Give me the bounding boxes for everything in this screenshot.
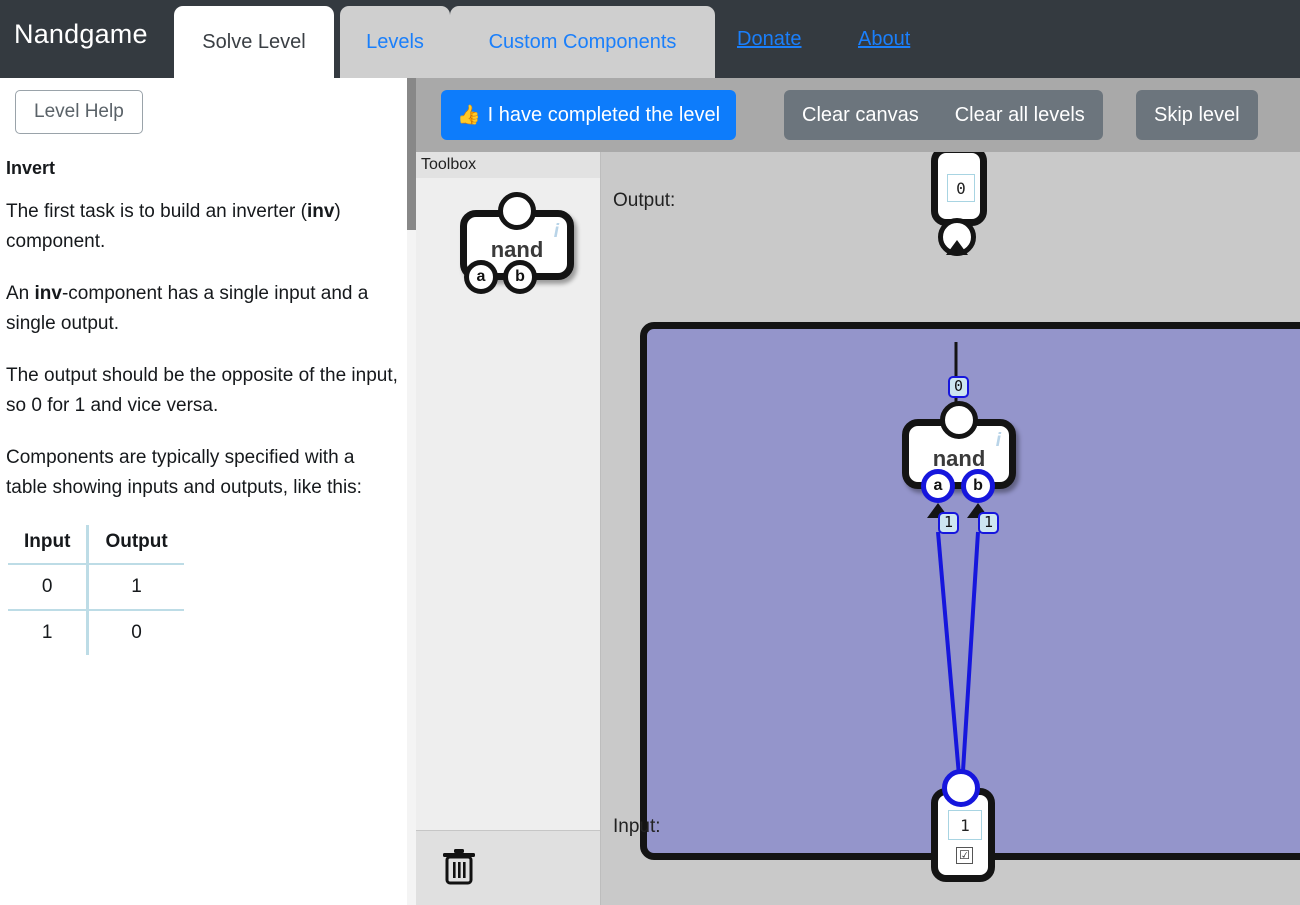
truth-table-header-input: Input: [8, 525, 90, 564]
truth-cell-output-1: 0: [131, 622, 142, 643]
wire-value-gate-output: 0: [948, 376, 970, 398]
canvas-nand-label: nand: [932, 446, 986, 471]
input-label: Input:: [613, 816, 661, 837]
description-paragraph-4: Components are typically specified with …: [6, 447, 362, 498]
tab-custom-components[interactable]: Custom Components: [450, 6, 715, 78]
top-navbar: Nandgame Solve Level Levels Custom Compo…: [0, 0, 1300, 78]
thumbs-up-icon: 👍: [457, 105, 481, 126]
info-icon[interactable]: i: [996, 430, 1001, 452]
canvas-nand-input-pin-a[interactable]: a: [921, 469, 955, 503]
truth-table-header-row: Input Output: [8, 525, 184, 564]
tab-custom-components-label: Custom Components: [488, 30, 677, 53]
tab-levels-label: Levels: [366, 30, 424, 53]
toolbox-footer: [416, 830, 600, 905]
tab-solve-level[interactable]: Solve Level: [174, 6, 334, 78]
description-paragraph-1: The first task is to build an inverter (…: [6, 201, 341, 252]
toolbox-panel: Toolbox nand i a b: [416, 152, 601, 905]
clear-button-group: Clear canvas Clear all levels: [784, 90, 1103, 140]
skip-level-label: Skip level: [1154, 103, 1240, 126]
input-node-value[interactable]: 1: [948, 810, 982, 840]
output-label: Output:: [613, 190, 676, 211]
truth-cell-input-1: 1: [8, 610, 90, 655]
output-arrow-icon: [946, 240, 968, 255]
wire-value-input-a: 1: [938, 512, 960, 534]
input-node-checkbox[interactable]: ☑: [956, 847, 973, 864]
toolbox-nand-input-pin-a[interactable]: a: [464, 260, 498, 294]
truth-table: Input Output 0 1 1 0: [8, 525, 184, 655]
toolbox-nand-input-a-label: a: [476, 268, 486, 285]
sidebar-scrollbar-thumb[interactable]: [407, 78, 416, 230]
toolbox-nand-output-pin[interactable]: [498, 192, 536, 230]
nav-link-about[interactable]: About: [858, 28, 910, 51]
level-sidebar: Level Help Invert The first task is to b…: [0, 78, 416, 905]
output-node[interactable]: 0: [931, 152, 987, 226]
clear-canvas-button[interactable]: Clear canvas: [784, 90, 937, 140]
level-help-label: Level Help: [34, 101, 124, 122]
workspace-pane: 👍 I have completed the level Clear canva…: [416, 78, 1300, 905]
clear-canvas-label: Clear canvas: [802, 103, 919, 126]
info-icon[interactable]: i: [554, 221, 559, 243]
table-row: 0 1: [8, 564, 184, 610]
skip-level-group: Skip level: [1136, 90, 1258, 140]
clear-all-levels-button[interactable]: Clear all levels: [937, 90, 1103, 140]
workspace-toolbar: 👍 I have completed the level Clear canva…: [416, 78, 1300, 152]
sidebar-scrollbar[interactable]: [407, 78, 416, 905]
canvas-nand-input-a-label: a: [933, 477, 943, 494]
toolbox-nand-input-b-label: b: [515, 268, 525, 285]
canvas-nand-input-pin-b[interactable]: b: [961, 469, 995, 503]
toolbox-nand-input-pin-b[interactable]: b: [503, 260, 537, 294]
complete-level-label: I have completed the level: [487, 103, 721, 126]
truth-cell-input-0: 0: [8, 564, 90, 610]
app-brand: Nandgame: [14, 19, 148, 49]
tab-levels[interactable]: Levels: [340, 6, 450, 78]
wire-input-to-b[interactable]: [960, 531, 980, 788]
table-row: 1 0: [8, 610, 184, 655]
output-node-value: 0: [947, 174, 975, 202]
canvas-nand-output-pin[interactable]: [940, 401, 978, 439]
wire-value-input-b: 1: [978, 512, 1000, 534]
page-title: Invert: [6, 158, 56, 178]
input-node-pin[interactable]: [942, 769, 980, 807]
description-paragraph-2: An inv-component has a single input and …: [6, 283, 369, 334]
tab-solve-level-label: Solve Level: [202, 30, 306, 53]
toolbox-header: Toolbox: [416, 152, 600, 178]
truth-table-header-output: Output: [105, 531, 168, 552]
level-help-button[interactable]: Level Help: [15, 90, 143, 134]
nav-link-donate[interactable]: Donate: [737, 28, 802, 51]
canvas-nand-input-b-label: b: [973, 477, 983, 494]
complete-level-button[interactable]: 👍 I have completed the level: [441, 90, 737, 140]
clear-all-levels-label: Clear all levels: [954, 103, 1085, 126]
skip-level-button[interactable]: Skip level: [1136, 90, 1258, 140]
trash-icon[interactable]: [442, 848, 476, 891]
circuit-canvas[interactable]: Output: 0 0 nand i a b 1 1 Input: 1 ☑: [601, 152, 1300, 905]
description-paragraph-3: The output should be the opposite of the…: [6, 365, 398, 416]
wire-input-to-a[interactable]: [936, 531, 962, 788]
truth-cell-output-0: 1: [131, 576, 142, 597]
level-description: Invert The first task is to build an inv…: [6, 158, 398, 655]
